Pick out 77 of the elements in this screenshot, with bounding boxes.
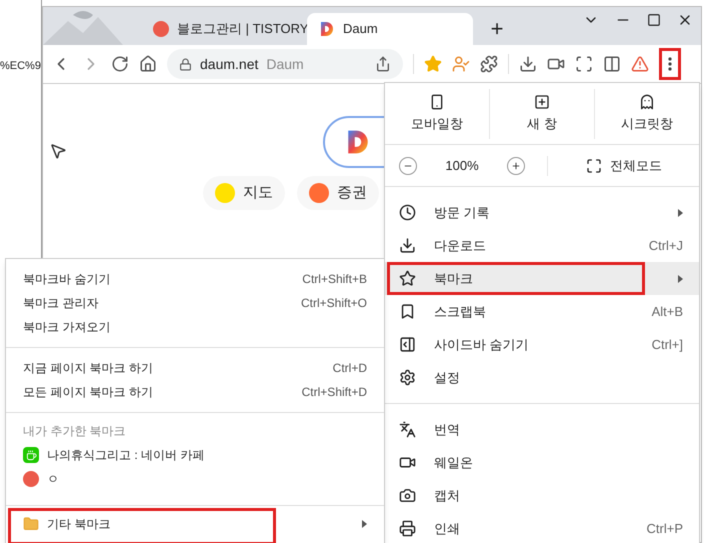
browser-tab[interactable]: Daum <box>307 13 473 45</box>
shortcut-text: Ctrl+Shift+O <box>300 295 367 312</box>
folder-icon <box>23 516 39 532</box>
extensions-icon[interactable] <box>480 55 498 73</box>
camera-icon <box>399 487 416 504</box>
shortcut-text: Ctrl+] <box>652 336 683 354</box>
window-mode-button[interactable]: 시크릿창 <box>594 88 699 138</box>
shortcut-text: Ctrl+P <box>646 520 683 538</box>
menu-item[interactable]: 스크랩북 Alt+B <box>385 295 699 328</box>
daum-logo-icon <box>319 21 335 37</box>
address-field[interactable]: daum.net Daum <box>167 49 403 79</box>
zoom-level: 100% <box>444 156 480 175</box>
fullscreen-icon <box>586 158 602 174</box>
home-icon[interactable] <box>139 55 157 73</box>
menu-item[interactable]: 캡처 <box>385 479 699 512</box>
browser-tab[interactable]: 블로그관리 | TISTORY <box>141 13 307 45</box>
shortcut-text: Alt+B <box>652 302 683 321</box>
shortcut-text: Ctrl+Shift+D <box>302 384 367 401</box>
menu-item[interactable]: 사이드바 숨기기 Ctrl+] <box>385 328 699 361</box>
sidebar-icon <box>399 336 416 353</box>
page-text: %EC%9 <box>0 59 41 74</box>
profile-icon[interactable] <box>452 55 470 73</box>
menu-item[interactable]: 북마크 가져오기 <box>6 315 384 339</box>
lock-icon <box>179 58 192 70</box>
window-mode-button[interactable]: 모바일창 <box>385 88 489 138</box>
more-menu-button[interactable] <box>659 48 681 80</box>
cafe-favicon-icon <box>23 447 39 463</box>
bookmark-folder[interactable]: 기타 북마크 <box>6 505 384 541</box>
menu-item[interactable]: 지금 페이지 북마크 하기 Ctrl+D <box>6 356 384 380</box>
new-tab-button[interactable]: + <box>481 13 513 45</box>
menu-item[interactable]: 북마크 관리자 Ctrl+Shift+O <box>6 291 384 315</box>
menu-item[interactable]: 북마크바 숨기기 Ctrl+Shift+B <box>6 267 384 291</box>
reload-icon[interactable] <box>111 55 129 73</box>
print-icon <box>399 520 416 537</box>
zoom-out-button[interactable] <box>399 156 417 174</box>
menu-item[interactable]: 다운로드 Ctrl+J <box>385 229 699 262</box>
maximize-icon[interactable] <box>647 13 661 27</box>
plus-icon <box>511 160 521 170</box>
section-title: 내가 추가한 북마크 <box>23 423 126 440</box>
menu-item[interactable]: 인쇄 Ctrl+P <box>385 512 699 543</box>
menu-item[interactable]: 방문 기록 <box>385 196 699 229</box>
download-icon <box>399 237 416 254</box>
clock-icon <box>399 204 416 221</box>
star-icon <box>399 270 416 287</box>
zoom-in-button[interactable] <box>507 156 525 174</box>
settings-icon <box>399 369 416 386</box>
translate-icon <box>399 421 416 438</box>
warning-icon[interactable] <box>631 55 649 73</box>
url-text: daum.net <box>200 54 258 74</box>
phone-icon <box>429 94 445 110</box>
split-view-icon[interactable] <box>603 55 621 73</box>
shortcut-button[interactable]: 증권 <box>297 176 379 210</box>
menu-item[interactable]: 웨일온 <box>385 446 699 479</box>
cursor-icon <box>49 142 67 160</box>
menu-item[interactable]: 번역 <box>385 413 699 446</box>
capture-icon[interactable] <box>575 55 593 73</box>
shortcut-text: Ctrl+D <box>332 360 367 377</box>
window-mode-button[interactable]: 새 창 <box>489 88 594 138</box>
bookmark-icon <box>399 303 416 320</box>
site-name: Daum <box>266 54 304 74</box>
submenu-arrow-icon <box>678 274 683 282</box>
menu-item[interactable]: 북마크 <box>385 262 699 295</box>
submenu-arrow-icon <box>678 208 683 216</box>
bookmark-item[interactable]: ㅇ <box>6 467 384 491</box>
menu-item[interactable]: 설정 <box>385 361 699 394</box>
submenu-arrow-icon <box>362 520 367 528</box>
fullscreen-button[interactable]: 전체모드 <box>586 156 662 176</box>
download-icon[interactable] <box>519 55 537 73</box>
share-icon[interactable] <box>375 56 391 72</box>
more-icon <box>668 57 672 71</box>
bookmark-item[interactable]: 나의휴식그리고 : 네이버 카페 <box>6 443 384 467</box>
shortcut-text: Ctrl+J <box>648 236 683 255</box>
plus-square-icon <box>534 94 550 110</box>
ghost-icon <box>639 94 655 110</box>
menu-item[interactable]: 모든 페이지 북마크 하기 Ctrl+Shift+D <box>6 380 384 404</box>
shortcut-button[interactable]: 지도 <box>203 176 285 210</box>
shortcut-text: Ctrl+Shift+B <box>302 271 367 288</box>
